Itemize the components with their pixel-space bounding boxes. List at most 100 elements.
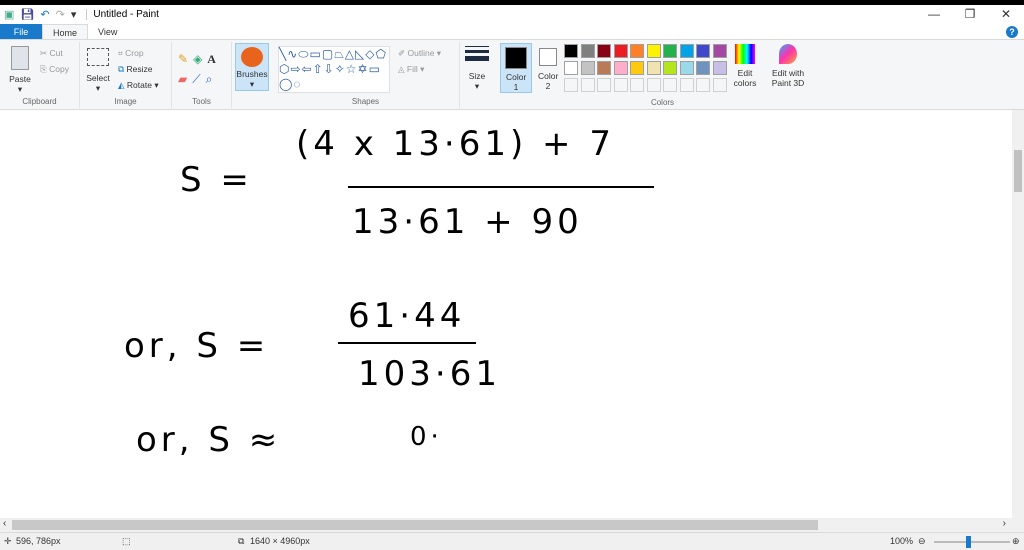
vertical-scrollbar[interactable] xyxy=(1012,110,1024,518)
palette-swatch[interactable] xyxy=(564,44,578,58)
crop-button[interactable]: ⌗ Crop xyxy=(118,48,144,59)
canvas-size-icon: ⧉ xyxy=(238,536,245,546)
select-icon xyxy=(87,48,109,66)
zoom-slider-thumb[interactable] xyxy=(966,536,971,548)
tab-view[interactable]: View xyxy=(88,24,127,39)
close-button[interactable]: ✕ xyxy=(988,5,1024,24)
fill-icon[interactable]: ◈ xyxy=(193,52,207,66)
palette-swatch[interactable] xyxy=(696,61,710,75)
horizontal-scroll-thumb[interactable] xyxy=(12,520,818,530)
color1-button[interactable]: Color 1 xyxy=(500,43,532,93)
palette-swatch[interactable] xyxy=(712,44,727,58)
color-palette xyxy=(564,44,730,96)
image-group: Select ▾ ⌗ Crop ⧉ Resize ◭ Rotate ▾ Image xyxy=(80,42,172,108)
drawing-canvas[interactable]: S = (4 x 13·61) + 7 13·61 + 90 or, S = 6… xyxy=(0,110,1012,518)
horizontal-scrollbar[interactable]: ‹ › xyxy=(0,518,1024,532)
brushes-button[interactable]: Brushes ▾ xyxy=(235,43,269,91)
undo-icon[interactable]: ↶ xyxy=(40,8,49,21)
palette-swatch[interactable] xyxy=(613,44,628,58)
palette-swatch[interactable] xyxy=(613,61,628,75)
palette-swatch[interactable] xyxy=(580,44,595,58)
edit-colors-button[interactable]: Edit colors xyxy=(730,44,760,88)
fraction-bar xyxy=(348,186,654,188)
palette-swatch[interactable] xyxy=(663,44,677,58)
palette-swatch[interactable] xyxy=(597,78,611,92)
minimize-button[interactable]: — xyxy=(916,5,952,24)
tools-group: ✎◈A ▰⟋⌕ Tools xyxy=(172,42,232,108)
restore-button[interactable]: ❐ xyxy=(952,5,988,24)
rotate-button[interactable]: ◭ Rotate ▾ xyxy=(118,80,159,91)
text-icon[interactable]: A xyxy=(207,52,221,66)
palette-swatch[interactable] xyxy=(564,78,578,92)
cut-button[interactable]: ✂ Cut xyxy=(40,48,63,59)
fill-button[interactable]: ◬ Fill ▾ xyxy=(398,64,424,75)
tab-home[interactable]: Home xyxy=(42,24,89,39)
copy-button[interactable]: ⎘ Copy xyxy=(40,64,69,75)
palette-swatch[interactable] xyxy=(663,61,677,75)
zoom-slider[interactable] xyxy=(934,536,1010,548)
eq2-lhs: or, S = xyxy=(124,326,270,366)
eq2-numerator: 61·44 xyxy=(348,296,466,336)
pencil-icon[interactable]: ✎ xyxy=(178,52,193,66)
customize-quick-access-icon[interactable]: ▾ xyxy=(71,8,77,21)
color2-swatch xyxy=(539,48,557,66)
color1-swatch xyxy=(505,47,527,69)
status-bar: ✛ 596, 786px ⬚ ⧉ 1640 × 4960px 100% ⊖ ⊕ xyxy=(0,532,1024,550)
help-button[interactable]: ? xyxy=(1006,26,1018,38)
palette-swatch[interactable] xyxy=(679,78,694,92)
title-bar: ▣ 💾︎ ↶ ↷ ▾ Untitled - Paint — ❐ ✕ xyxy=(0,5,1024,24)
palette-swatch[interactable] xyxy=(613,78,628,92)
select-button[interactable]: Select ▾ xyxy=(84,48,112,94)
scroll-left-icon[interactable]: ‹ xyxy=(3,518,6,529)
palette-swatch[interactable] xyxy=(597,44,611,58)
palette-swatch[interactable] xyxy=(630,78,644,92)
resize-button[interactable]: ⧉ Resize xyxy=(118,64,152,75)
zoom-in-button[interactable]: ⊕ xyxy=(1012,536,1020,547)
redo-icon[interactable]: ↷ xyxy=(56,8,65,21)
scroll-right-icon[interactable]: › xyxy=(1003,518,1006,529)
ribbon: Paste ▾ ✂ Cut ⎘ Copy Clipboard Select ▾ ⌗ … xyxy=(0,40,1024,110)
palette-swatch[interactable] xyxy=(564,61,578,75)
palette-swatch[interactable] xyxy=(580,78,595,92)
paste-button[interactable]: Paste ▾ xyxy=(6,46,34,95)
palette-swatch[interactable] xyxy=(646,61,661,75)
size-button[interactable]: Size ▾ xyxy=(462,44,492,92)
outline-button[interactable]: ✐ Outline ▾ xyxy=(398,48,441,59)
palette-swatch[interactable] xyxy=(679,61,694,75)
palette-swatch[interactable] xyxy=(679,44,694,58)
palette-swatch[interactable] xyxy=(646,78,661,92)
canvas-size: 1640 × 4960px xyxy=(250,536,310,546)
tab-file[interactable]: File xyxy=(0,24,42,39)
palette-swatch[interactable] xyxy=(630,61,644,75)
eq1-denominator: 13·61 + 90 xyxy=(352,202,583,242)
palette-swatch[interactable] xyxy=(712,61,727,75)
size-icon xyxy=(465,46,489,61)
magnifier-icon[interactable]: ⌕ xyxy=(206,72,218,86)
palette-swatch[interactable] xyxy=(712,78,727,92)
palette-swatch[interactable] xyxy=(580,61,595,75)
edit-with-paint3d-button[interactable]: Edit with Paint 3D xyxy=(766,44,810,88)
palette-swatch[interactable] xyxy=(696,78,710,92)
clipboard-icon xyxy=(11,46,29,70)
eq1-lhs: S = xyxy=(180,160,253,200)
brush-icon xyxy=(241,47,263,67)
palette-swatch[interactable] xyxy=(663,78,677,92)
palette-swatch[interactable] xyxy=(597,61,611,75)
color-picker-icon[interactable]: ⟋ xyxy=(192,72,205,86)
shapes-gallery[interactable]: ╲∿⬭▭▢⏢△◺◇⬠⬡⇨⇦⇧⇩✧☆✡▭◯◌ xyxy=(278,46,390,93)
palette-swatch[interactable] xyxy=(646,44,661,58)
vertical-scroll-thumb[interactable] xyxy=(1014,150,1022,192)
palette-swatch[interactable] xyxy=(630,44,644,58)
eq2-denominator: 103·61 xyxy=(358,354,501,394)
zoom-out-button[interactable]: ⊖ xyxy=(918,536,926,547)
paint3d-icon xyxy=(779,44,797,64)
color2-button[interactable]: Color 2 xyxy=(534,43,562,93)
save-icon[interactable]: 💾︎ xyxy=(20,8,34,21)
palette-swatch[interactable] xyxy=(696,44,710,58)
rainbow-icon xyxy=(735,44,755,64)
zoom-level: 100% xyxy=(890,536,914,546)
cursor-position: 596, 786px xyxy=(16,536,61,546)
eq3-value: 0· xyxy=(410,422,443,452)
cursor-icon: ✛ xyxy=(4,536,12,546)
eraser-icon[interactable]: ▰ xyxy=(178,72,192,86)
